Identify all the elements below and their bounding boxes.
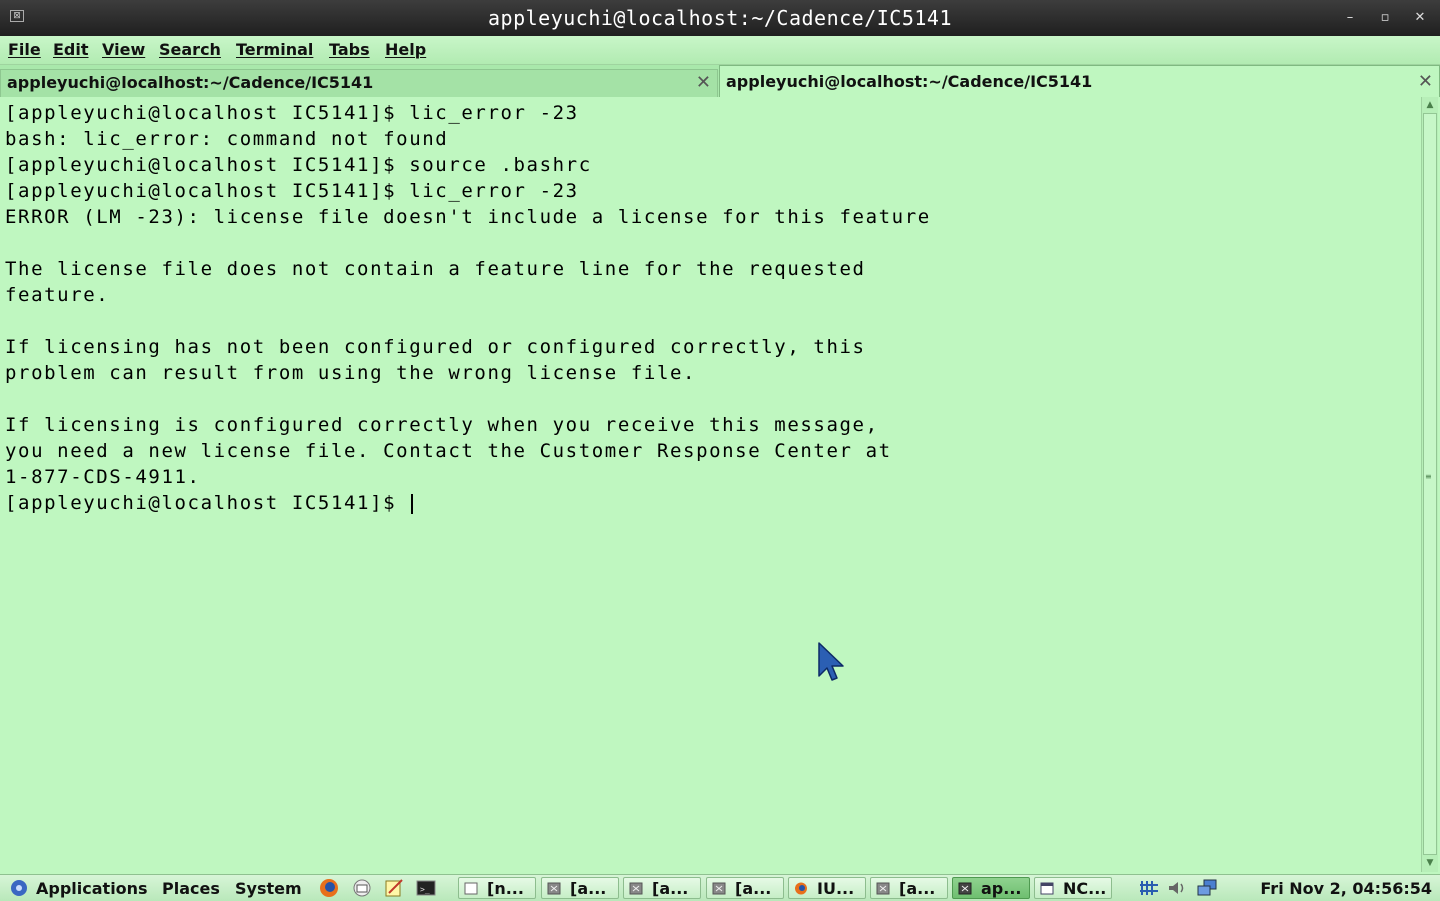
taskbar-item[interactable]: [a... <box>706 877 784 899</box>
scroll-grip-icon: ≡ <box>1425 472 1432 481</box>
menu-help[interactable]: Help <box>385 40 426 59</box>
taskbar-item[interactable]: NC... <box>1034 877 1112 899</box>
menu-system[interactable]: System <box>235 879 302 898</box>
clock[interactable]: Fri Nov 2, 04:56:54 <box>1260 879 1432 898</box>
terminal-line: [appleyuchi@localhost IC5141]$ lic_error… <box>5 180 579 202</box>
terminal-line: bash: lic_error: command not found <box>5 128 449 150</box>
taskbar-item[interactable]: [a... <box>623 877 701 899</box>
menu-terminal[interactable]: Terminal <box>236 40 313 59</box>
scrollbar-thumb[interactable] <box>1423 113 1437 855</box>
menu-view[interactable]: View <box>102 40 145 59</box>
menu-places[interactable]: Places <box>162 879 220 898</box>
terminal-icon <box>958 882 972 895</box>
terminal-line: problem can result from using the wrong … <box>5 362 697 384</box>
scroll-up-icon[interactable]: ▲ <box>1424 99 1436 111</box>
terminal-line: [appleyuchi@localhost IC5141]$ lic_error… <box>5 102 579 124</box>
bottom-panel: Applications Places System >_ [n... [a..… <box>0 874 1440 901</box>
tab-terminal-1[interactable]: appleyuchi@localhost:~/Cadence/IC5141 ✕ <box>0 69 718 97</box>
terminal-icon[interactable]: >_ <box>415 878 437 898</box>
terminal-icon <box>712 882 726 895</box>
terminal-icon <box>629 882 643 895</box>
menu-bar: File Edit View Search Terminal Tabs Help <box>0 36 1440 65</box>
taskbar-item[interactable]: [a... <box>541 877 619 899</box>
terminal-icon <box>876 882 890 895</box>
terminal-line: If licensing is configured correctly whe… <box>5 414 879 436</box>
window-icon <box>1040 882 1054 895</box>
taskbar-item-label: [a... <box>899 879 936 898</box>
menu-file[interactable]: File <box>8 40 41 59</box>
terminal-output[interactable]: [appleyuchi@localhost IC5141]$ lic_error… <box>0 97 1420 872</box>
taskbar-item[interactable]: [a... <box>870 877 948 899</box>
tab-label: appleyuchi@localhost:~/Cadence/IC5141 <box>726 72 1093 91</box>
keyboard-indicator-icon[interactable] <box>1138 878 1160 898</box>
terminal-line: The license file does not contain a feat… <box>5 258 866 280</box>
taskbar-item-label: [a... <box>570 879 607 898</box>
tab-bar: appleyuchi@localhost:~/Cadence/IC5141 ✕ … <box>0 65 1440 97</box>
taskbar-item-active[interactable]: ap... <box>952 877 1030 899</box>
scroll-down-icon[interactable]: ▼ <box>1424 857 1436 869</box>
terminal-line: 1-877-CDS-4911. <box>5 466 201 488</box>
terminal-line: [appleyuchi@localhost IC5141]$ source .b… <box>5 154 592 176</box>
firefox-icon[interactable] <box>318 878 340 898</box>
terminal-icon <box>547 882 561 895</box>
network-icon[interactable] <box>1196 878 1218 898</box>
text-editor-icon[interactable] <box>383 878 405 898</box>
gnome-foot-icon[interactable] <box>8 878 30 898</box>
terminal-line: ERROR (LM -23): license file doesn't inc… <box>5 206 931 228</box>
terminal-prompt-line[interactable]: [appleyuchi@localhost IC5141]$ <box>5 490 414 516</box>
close-tab-icon[interactable]: ✕ <box>696 72 711 93</box>
window-title: appleyuchi@localhost:~/Cadence/IC5141 <box>487 6 953 30</box>
terminal-line: feature. <box>5 284 110 306</box>
tab-terminal-2-active[interactable]: appleyuchi@localhost:~/Cadence/IC5141 ✕ <box>719 65 1440 97</box>
menu-tabs[interactable]: Tabs <box>329 40 370 59</box>
taskbar-item-label: [a... <box>652 879 689 898</box>
terminal-prompt: [appleyuchi@localhost IC5141]$ <box>5 492 410 514</box>
firefox-icon <box>795 882 807 895</box>
taskbar-item-label: [a... <box>735 879 772 898</box>
maximize-button[interactable]: ▫ <box>1375 8 1395 28</box>
taskbar-item[interactable]: [n... <box>458 877 536 899</box>
svg-text:>_: >_ <box>420 885 430 894</box>
taskbar-item-label: IU... <box>817 879 855 898</box>
volume-icon[interactable] <box>1166 878 1188 898</box>
window-titlebar[interactable]: ⊠ appleyuchi@localhost:~/Cadence/IC5141 … <box>0 0 1440 36</box>
taskbar-item-label: [n... <box>487 879 524 898</box>
notes-icon <box>464 882 478 895</box>
taskbar-item[interactable]: IU... <box>788 877 866 899</box>
terminal-line: If licensing has not been configured or … <box>5 336 866 358</box>
menu-search[interactable]: Search <box>159 40 221 59</box>
text-cursor <box>411 493 414 514</box>
tab-label: appleyuchi@localhost:~/Cadence/IC5141 <box>7 73 374 92</box>
taskbar-item-label: ap... <box>981 879 1022 898</box>
minimize-button[interactable]: – <box>1340 8 1360 28</box>
taskbar-item-label: NC... <box>1063 879 1107 898</box>
menu-applications[interactable]: Applications <box>36 879 148 898</box>
menu-edit[interactable]: Edit <box>53 40 89 59</box>
terminal-scrollbar[interactable]: ▲ ≡ ▼ <box>1421 97 1438 872</box>
mail-icon[interactable] <box>351 878 373 898</box>
terminal-line: you need a new license file. Contact the… <box>5 440 892 462</box>
mouse-pointer-icon <box>818 642 844 681</box>
close-tab-icon[interactable]: ✕ <box>1418 71 1433 92</box>
close-window-button[interactable]: ✕ <box>1410 8 1430 28</box>
